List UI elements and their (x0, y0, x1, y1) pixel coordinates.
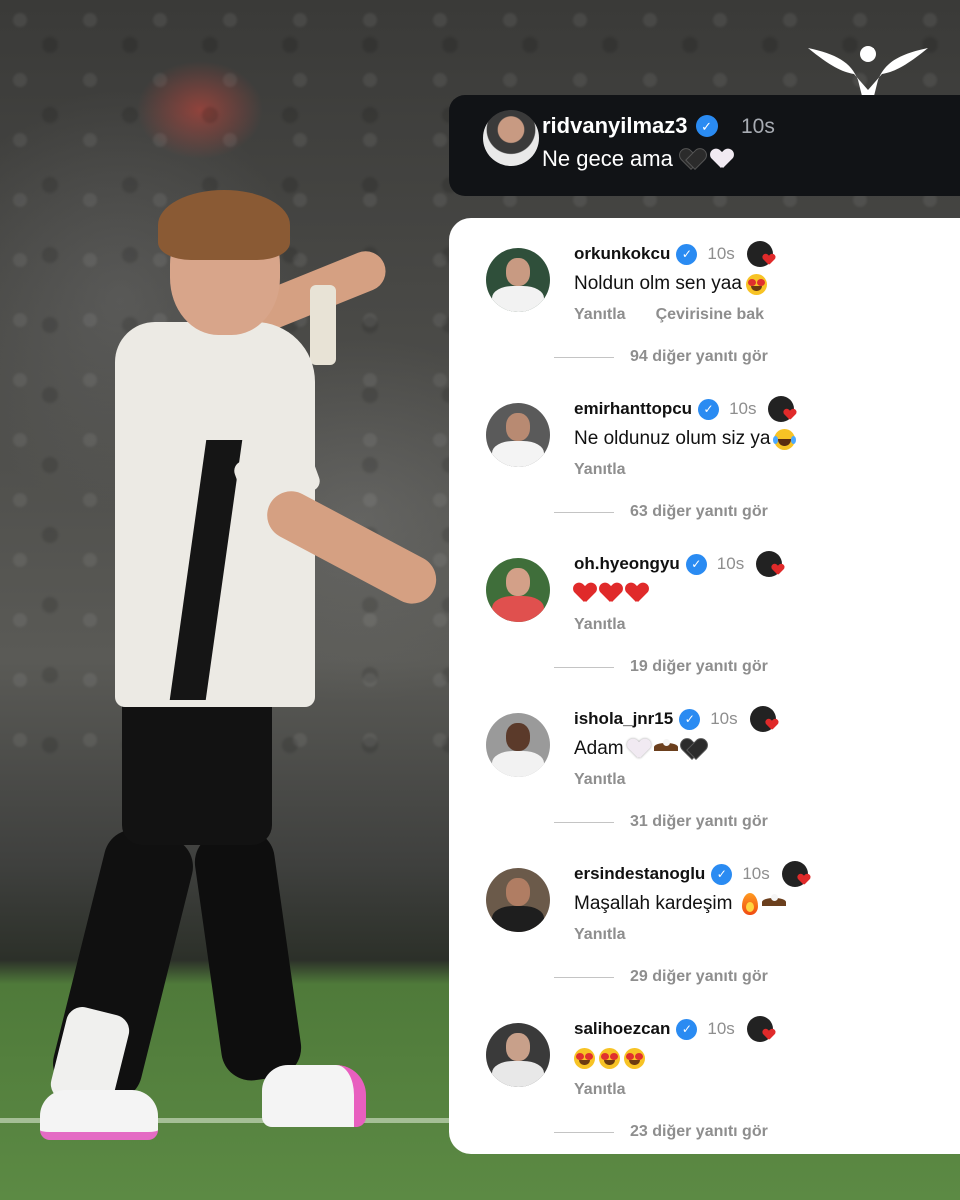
post-time: 10s (741, 115, 775, 138)
creator-liked-icon (746, 241, 773, 267)
comment-time: 10s (707, 1019, 735, 1038)
view-more-replies[interactable]: 19 diğer yanıtı gör (554, 658, 768, 676)
avatar[interactable] (486, 248, 550, 312)
verified-badge-icon: ✓ (685, 553, 707, 575)
post-username[interactable]: ridvanyilmaz3 ✓ (542, 113, 718, 139)
comment-text (574, 1048, 645, 1069)
reply-button[interactable]: Yanıtla (574, 926, 626, 944)
comment-username[interactable]: ersindestanoglu (574, 864, 705, 884)
comment-text: Noldun olm sen yaa (574, 273, 767, 295)
post-header: ridvanyilmaz3 ✓ 10s Ne gece ama (449, 95, 960, 196)
black-heart-icon (682, 739, 704, 759)
view-more-replies[interactable]: 63 diğer yanıtı gör (554, 503, 768, 521)
view-more-replies[interactable]: 23 diğer yanıtı gör (554, 1123, 768, 1141)
divider (554, 666, 614, 668)
heart-eyes-emoji-icon (599, 1048, 620, 1069)
heart-eyes-emoji-icon (574, 1048, 595, 1069)
heart-eyes-emoji-icon (745, 273, 767, 295)
comment-username[interactable]: emirhanttopcu (574, 399, 692, 419)
reply-button[interactable]: Yanıtla (574, 1081, 626, 1099)
heart-eyes-emoji-icon (624, 1048, 645, 1069)
creator-liked-icon (746, 1016, 773, 1042)
comment-time: 10s (716, 554, 745, 573)
creator-liked-icon (756, 551, 783, 577)
red-heart-icon (600, 583, 622, 603)
comment-time: 10s (707, 244, 735, 263)
player-photo (0, 0, 460, 1200)
comment-item: salihoezcan ✓ 10s Yanıtla 23 diğer yanıt… (449, 993, 960, 1148)
comment-username[interactable]: oh.hyeongyu (574, 554, 680, 574)
comment-time: 10s (710, 709, 738, 728)
avatar[interactable] (486, 403, 550, 467)
divider (554, 356, 614, 358)
reply-button[interactable]: Yanıtla (574, 461, 626, 479)
view-more-replies[interactable]: 94 diğer yanıtı gör (554, 348, 768, 366)
verified-badge-icon: ✓ (679, 708, 701, 730)
comment-item: ishola_jnr15 ✓ 10s Adam Yanıtla 31 diğer… (449, 683, 960, 838)
comments-panel: orkunkokcu ✓ 10s Noldun olm sen yaa Yanı… (449, 218, 960, 1154)
black-heart-icon (681, 149, 703, 169)
red-heart-icon (574, 583, 596, 603)
avatar[interactable] (486, 868, 550, 932)
reply-button[interactable]: Yanıtla (574, 306, 626, 324)
verified-badge-icon: ✓ (676, 243, 698, 265)
laughing-emoji-icon (773, 428, 797, 450)
verified-badge-icon: ✓ (698, 398, 720, 420)
avatar[interactable] (486, 713, 550, 777)
red-heart-icon (626, 583, 648, 603)
white-heart-icon (711, 149, 733, 169)
comment-text (574, 583, 648, 603)
comment-item: orkunkokcu ✓ 10s Noldun olm sen yaa Yanı… (449, 218, 960, 373)
avatar[interactable] (483, 110, 539, 166)
avatar[interactable] (486, 558, 550, 622)
comment-item: oh.hyeongyu ✓ 10s Yanıtla 19 diğer yanıt… (449, 528, 960, 683)
divider (554, 976, 614, 978)
verified-badge-icon: ✓ (676, 1018, 698, 1040)
comment-username[interactable]: salihoezcan (574, 1019, 670, 1039)
reply-button[interactable]: Yanıtla (574, 771, 626, 789)
reply-button[interactable]: Yanıtla (574, 616, 626, 634)
eagle-emoji-icon (762, 894, 787, 914)
comment-username[interactable]: orkunkokcu (574, 244, 670, 264)
comment-text: Maşallah kardeşim (574, 893, 787, 915)
comment-time: 10s (729, 399, 757, 418)
creator-liked-icon (781, 861, 808, 887)
view-more-replies[interactable]: 31 diğer yanıtı gör (554, 813, 768, 831)
creator-liked-icon (768, 396, 795, 422)
post-caption: Ne gece ama (542, 146, 733, 172)
avatar[interactable] (486, 1023, 550, 1087)
verified-badge-icon: ✓ (695, 115, 718, 137)
fire-emoji-icon (742, 893, 759, 915)
view-more-replies[interactable]: 29 diğer yanıtı gör (554, 968, 768, 986)
comment-text: Adam (574, 738, 704, 760)
comment-item: emirhanttopcu ✓ 10s Ne oldunuz olum siz … (449, 373, 960, 528)
divider (554, 511, 614, 513)
comment-time: 10s (742, 864, 770, 883)
verified-badge-icon: ✓ (711, 863, 733, 885)
white-heart-icon (628, 739, 650, 759)
eagle-emoji-icon (653, 739, 678, 759)
divider (554, 1131, 614, 1133)
eagle-logo (808, 46, 928, 96)
see-translation-button[interactable]: Çevirisine bak (656, 306, 765, 324)
comment-text: Ne oldunuz olum siz ya (574, 428, 797, 450)
comment-item: ersindestanoglu ✓ 10s Maşallah kardeşim … (449, 838, 960, 993)
creator-liked-icon (749, 706, 776, 732)
divider (554, 821, 614, 823)
comment-username[interactable]: ishola_jnr15 (574, 709, 673, 729)
